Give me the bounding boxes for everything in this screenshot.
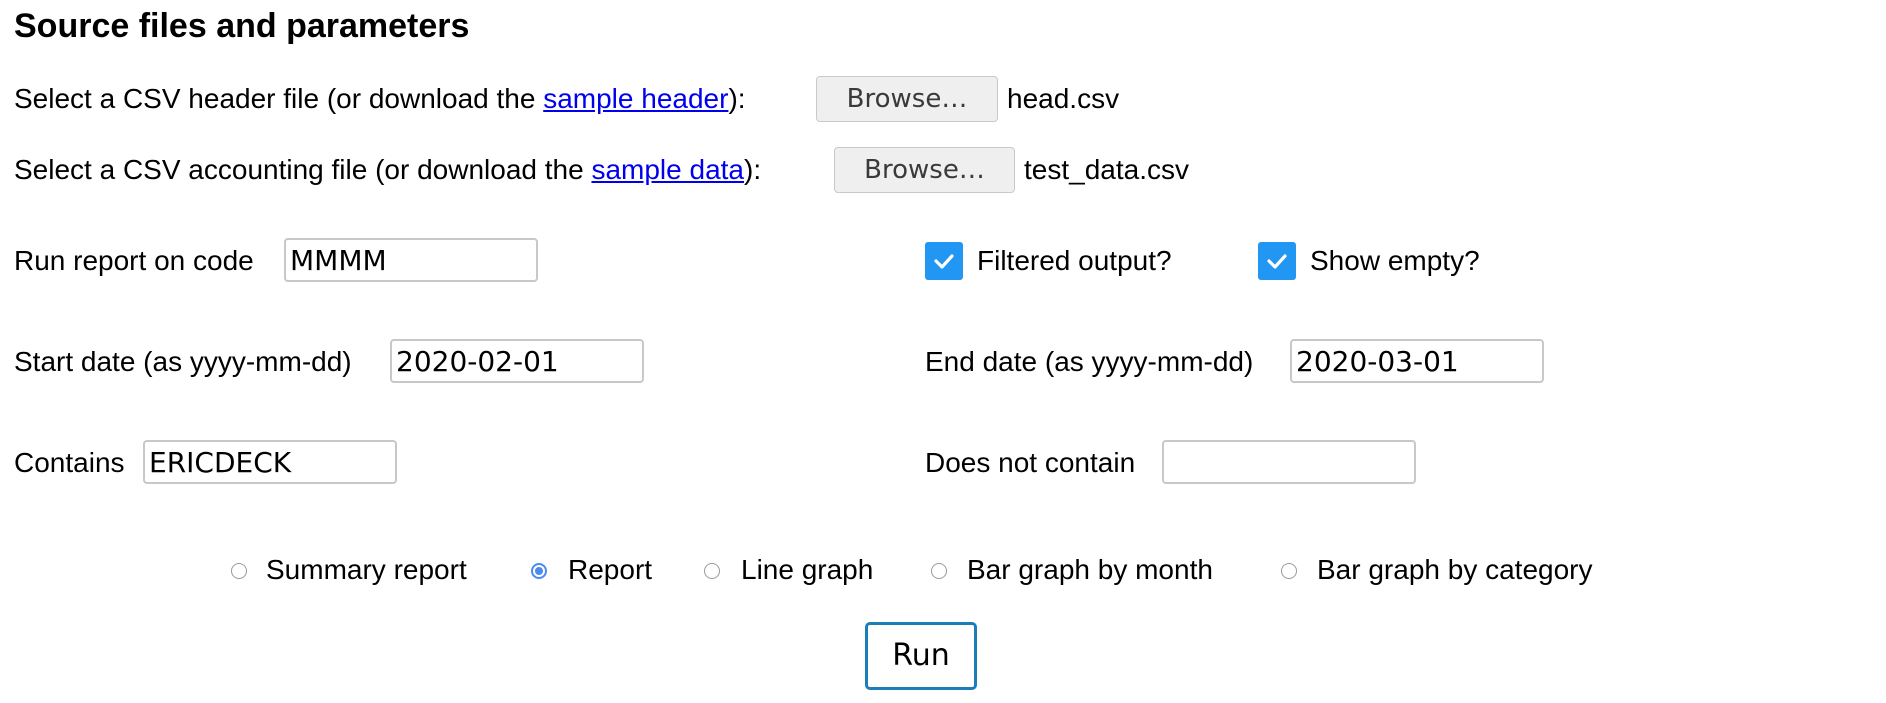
code-label: Run report on code: [14, 245, 254, 276]
data-file-label: Select a CSV accounting file (or downloa…: [14, 154, 592, 185]
header-file-browse-button[interactable]: Browse…: [816, 76, 998, 122]
data-file-browse-button[interactable]: Browse…: [834, 147, 1015, 193]
report-label: Report: [568, 554, 653, 585]
header-file-label: Select a CSV header file (or download th…: [14, 83, 544, 114]
contains-input[interactable]: [143, 440, 397, 484]
data-file-row: Select a CSV accounting file (or downloa…: [14, 150, 761, 190]
report-radio[interactable]: [531, 563, 547, 579]
line-graph-label: Line graph: [741, 554, 874, 585]
check-icon: [1267, 254, 1287, 269]
sample-header-link[interactable]: sample header: [543, 83, 728, 114]
contains-label: Contains: [14, 447, 125, 478]
bar-graph-category-radio[interactable]: [1281, 563, 1297, 579]
run-button[interactable]: Run: [865, 622, 977, 690]
data-file-name: test_data.csv: [1024, 154, 1189, 185]
page-title: Source files and parameters: [14, 7, 470, 45]
header-file-name: head.csv: [1007, 83, 1120, 114]
data-file-label-suffix: ):: [744, 154, 762, 185]
summary-report-label: Summary report: [266, 554, 467, 585]
start-date-label: Start date (as yyyy-mm-dd): [14, 346, 352, 377]
filtered-output-label: Filtered output?: [977, 245, 1172, 276]
bar-graph-category-label: Bar graph by category: [1317, 554, 1593, 585]
bar-graph-month-radio[interactable]: [931, 563, 947, 579]
summary-report-radio[interactable]: [231, 563, 247, 579]
show-empty-label: Show empty?: [1310, 245, 1480, 276]
end-date-label: End date (as yyyy-mm-dd): [925, 346, 1254, 377]
not-contains-input[interactable]: [1162, 440, 1416, 484]
sample-data-link[interactable]: sample data: [591, 154, 744, 185]
bar-graph-month-label: Bar graph by month: [967, 554, 1213, 585]
end-date-input[interactable]: [1290, 339, 1544, 383]
code-input[interactable]: [284, 238, 538, 282]
check-icon: [934, 254, 954, 269]
show-empty-checkbox[interactable]: [1258, 242, 1296, 280]
not-contains-label: Does not contain: [925, 447, 1136, 478]
header-file-row: Select a CSV header file (or download th…: [14, 79, 746, 119]
line-graph-radio[interactable]: [704, 563, 720, 579]
start-date-input[interactable]: [390, 339, 644, 383]
header-file-label-suffix: ):: [728, 83, 746, 114]
filtered-output-checkbox[interactable]: [925, 242, 963, 280]
